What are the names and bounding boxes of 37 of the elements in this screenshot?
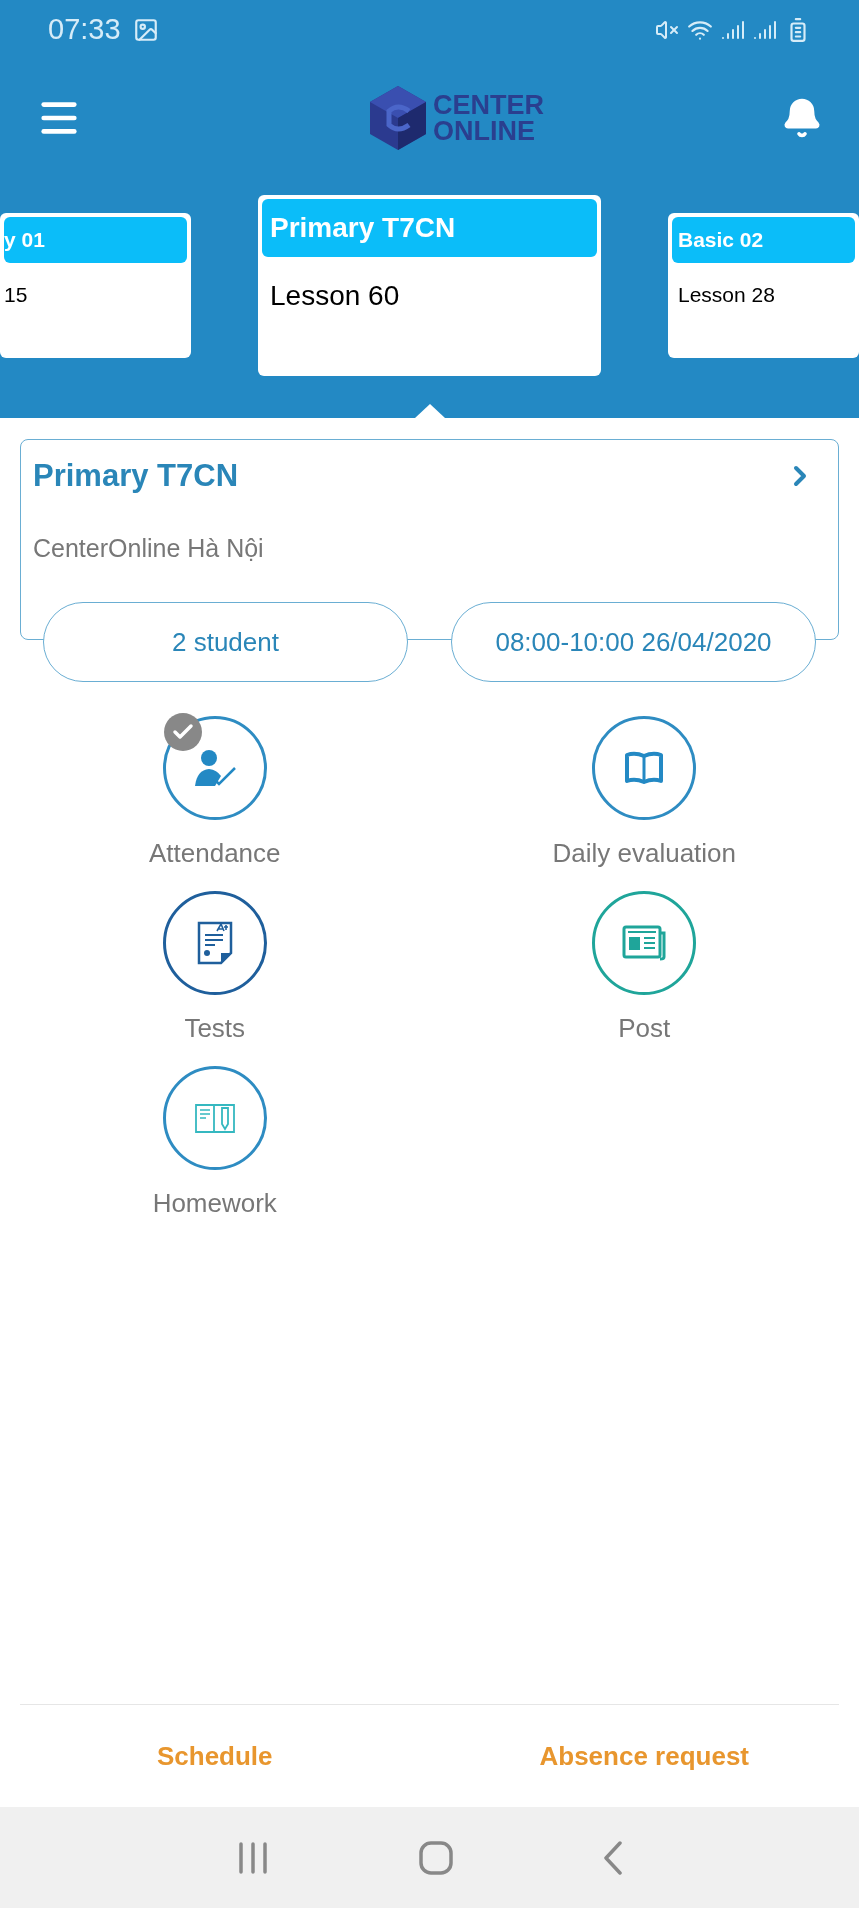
signal-icon (753, 18, 777, 42)
class-card[interactable]: y 01 15 (0, 213, 191, 358)
logo-text: ONLINE (433, 117, 536, 144)
lesson-text: Lesson 60 (269, 279, 401, 313)
back-icon[interactable] (602, 1840, 623, 1875)
image-icon (132, 17, 159, 43)
class-card[interactable]: Primary T7CN Lesson 60 (258, 195, 601, 376)
newspaper-icon (622, 925, 667, 961)
card-title: y 01 (4, 217, 187, 263)
card-title: Primary T7CN (262, 199, 597, 257)
action-button[interactable]: Homework (0, 1066, 430, 1223)
action-button[interactable]: Attendance (0, 716, 430, 873)
signal-icon (721, 18, 745, 42)
person-check-icon (192, 748, 237, 788)
class-title: Primary T7CN (33, 457, 239, 495)
card-title: Basic 02 (672, 217, 855, 263)
clock-time: 07:33 (48, 12, 121, 48)
pointer-triangle (414, 404, 445, 418)
action-button[interactable]: Tests (0, 891, 430, 1048)
action-button[interactable]: Post (429, 891, 859, 1048)
logo-text: CENTER (433, 91, 544, 118)
recent-apps-icon[interactable] (236, 1841, 269, 1874)
class-card[interactable]: Basic 02 Lesson 28 (668, 213, 859, 358)
lesson-text: 15 (4, 281, 29, 308)
mute-icon (655, 18, 679, 42)
notebook-pencil-icon (193, 1102, 236, 1134)
cube-logo-icon (369, 84, 427, 151)
book-icon (625, 751, 664, 785)
lesson-text: Lesson 28 (677, 281, 776, 308)
student-count: 2 student (43, 602, 408, 682)
class-time: 08:00-10:00 26/04/2020 (451, 602, 816, 682)
home-icon[interactable] (418, 1840, 453, 1875)
action-button[interactable]: Daily evaluation (429, 716, 859, 873)
bottom-link[interactable]: Schedule (0, 1705, 430, 1807)
bottom-link[interactable]: Absence request (429, 1705, 859, 1807)
graded-document-icon (196, 921, 233, 965)
location-text: CenterOnline Hà Nội (33, 532, 265, 564)
